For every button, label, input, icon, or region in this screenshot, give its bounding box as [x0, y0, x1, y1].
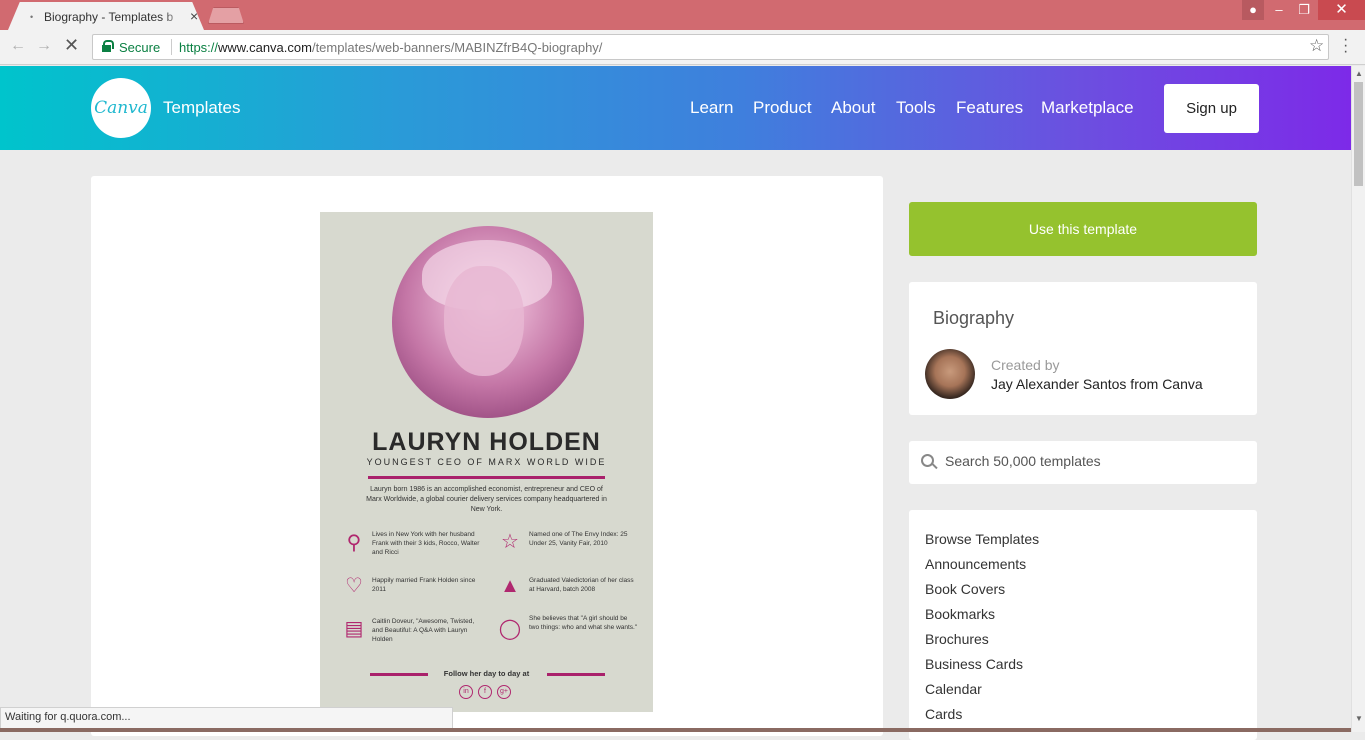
url-scheme: https:// [179, 40, 219, 55]
site-header: Canva Templates Learn Product About Tool… [0, 66, 1351, 150]
browse-item[interactable]: Book Covers [925, 581, 1005, 597]
author-avatar[interactable] [925, 349, 975, 399]
newspaper-icon: ▤ [344, 618, 364, 640]
sign-up-button[interactable]: Sign up [1164, 84, 1259, 133]
poster-divider-top [368, 476, 605, 479]
nav-about[interactable]: About [831, 98, 875, 118]
template-search [909, 441, 1257, 484]
back-arrow-icon[interactable]: ← [10, 37, 26, 55]
user-profile-icon[interactable]: ● [1242, 0, 1264, 20]
nav-tools[interactable]: Tools [896, 98, 936, 118]
poster-fact: She believes that "A girl should be two … [529, 615, 638, 631]
google-plus-icon: g+ [497, 685, 511, 699]
browse-item[interactable]: Cards [925, 706, 962, 722]
browse-item[interactable]: Bookmarks [925, 606, 995, 622]
secure-label: Secure [119, 40, 161, 55]
scrollbar-thumb[interactable] [1354, 82, 1363, 186]
url-host: www.canva.com [218, 40, 312, 55]
poster-fact: Lives in New York with her husband Frank… [372, 531, 480, 556]
browse-item[interactable]: Calendar [925, 681, 982, 697]
profile-photo [392, 226, 584, 418]
poster-fact: Happily married Frank Holden since 2011 [372, 577, 476, 593]
address-bar[interactable]: Secure https://www.canva.com/templates/w… [92, 34, 1329, 60]
page-scrollbar[interactable]: ▲ ▼ [1351, 66, 1365, 732]
browse-item[interactable]: Browse Templates [925, 531, 1039, 547]
browse-item[interactable]: Brochures [925, 631, 989, 647]
speech-bubble-icon: ◯ [498, 618, 522, 640]
url-path: /templates/web-banners/MABINZfrB4Q-biogr… [311, 40, 603, 55]
poster-subtitle: YOUNGEST CEO OF MARX WORLD WIDE [366, 457, 607, 467]
new-tab-button[interactable] [208, 7, 244, 24]
use-template-button[interactable]: Use this template [909, 202, 1257, 256]
url-divider [171, 39, 172, 55]
scroll-down-arrow-icon[interactable]: ▼ [1355, 714, 1363, 723]
close-window-button[interactable]: ✕ [1318, 0, 1365, 20]
location-pin-icon: ⚲ [346, 532, 362, 554]
bookmark-star-icon[interactable]: ☆ [1309, 36, 1324, 56]
template-title: Biography [933, 308, 1015, 328]
star-icon: ☆ [501, 531, 519, 553]
url-text[interactable]: https://www.canva.com/templates/web-bann… [179, 40, 602, 55]
browser-titlebar: • Biography - Templates b × ● – ❐ ✕ [0, 0, 1365, 30]
poster-fact: Graduated Valedictorian of her class at … [529, 577, 634, 593]
nav-learn[interactable]: Learn [690, 98, 733, 118]
browser-toolbar: ← → ✕ Secure https://www.canva.com/templ… [0, 30, 1365, 65]
template-preview-card: LAURYN HOLDEN YOUNGEST CEO OF MARX WORLD… [91, 176, 883, 736]
photo-face-shape [444, 266, 524, 376]
minimize-button[interactable]: – [1268, 0, 1290, 20]
search-icon [921, 454, 936, 469]
browser-menu-icon[interactable]: · · · [1343, 32, 1348, 60]
taskbar-edge [0, 728, 1351, 732]
author-name-link[interactable]: Jay Alexander Santos from Canva [991, 376, 1203, 392]
browser-status-bar: Waiting for q.quora.com... [0, 707, 453, 729]
scroll-up-arrow-icon[interactable]: ▲ [1355, 69, 1363, 78]
poster-divider-right [547, 673, 605, 676]
linkedin-icon: in [459, 685, 473, 699]
poster-name: LAURYN HOLDEN [372, 428, 601, 456]
template-info-card: Biography Created by Jay Alexander Santo… [909, 282, 1257, 415]
forward-arrow-icon[interactable]: → [36, 37, 52, 55]
poster-fact: Named one of The Envy Index: 25 Under 25… [529, 531, 628, 547]
poster-fact: Caitlin Doveur, "Awesome, Twisted, and B… [372, 618, 475, 643]
created-by-label: Created by [991, 357, 1060, 373]
search-input[interactable] [945, 453, 1235, 469]
facebook-icon: f [478, 685, 492, 699]
heart-icon: ♡ [345, 575, 363, 597]
tab-close-icon[interactable]: × [190, 8, 198, 24]
restore-button[interactable]: ❐ [1293, 0, 1315, 20]
browse-item[interactable]: Business Cards [925, 656, 1023, 672]
loading-favicon-icon: • [30, 12, 34, 22]
canva-logo[interactable]: Canva [91, 78, 151, 138]
nav-features[interactable]: Features [956, 98, 1023, 118]
browser-tab[interactable]: • Biography - Templates b × [8, 2, 204, 30]
browse-categories: Browse Templates Announcements Book Cove… [909, 510, 1257, 740]
lock-icon [102, 40, 114, 52]
stop-loading-icon[interactable]: ✕ [64, 35, 79, 56]
nav-product[interactable]: Product [753, 98, 812, 118]
nav-marketplace[interactable]: Marketplace [1041, 98, 1134, 118]
tab-title: Biography - Templates b [44, 10, 174, 24]
poster-bio: Lauryn born 1986 is an accomplished econ… [366, 486, 607, 513]
template-preview[interactable]: LAURYN HOLDEN YOUNGEST CEO OF MARX WORLD… [320, 212, 653, 712]
templates-brand-link[interactable]: Templates [163, 98, 240, 118]
browse-item[interactable]: Announcements [925, 556, 1026, 572]
graduation-cap-icon: ▲ [500, 575, 520, 597]
